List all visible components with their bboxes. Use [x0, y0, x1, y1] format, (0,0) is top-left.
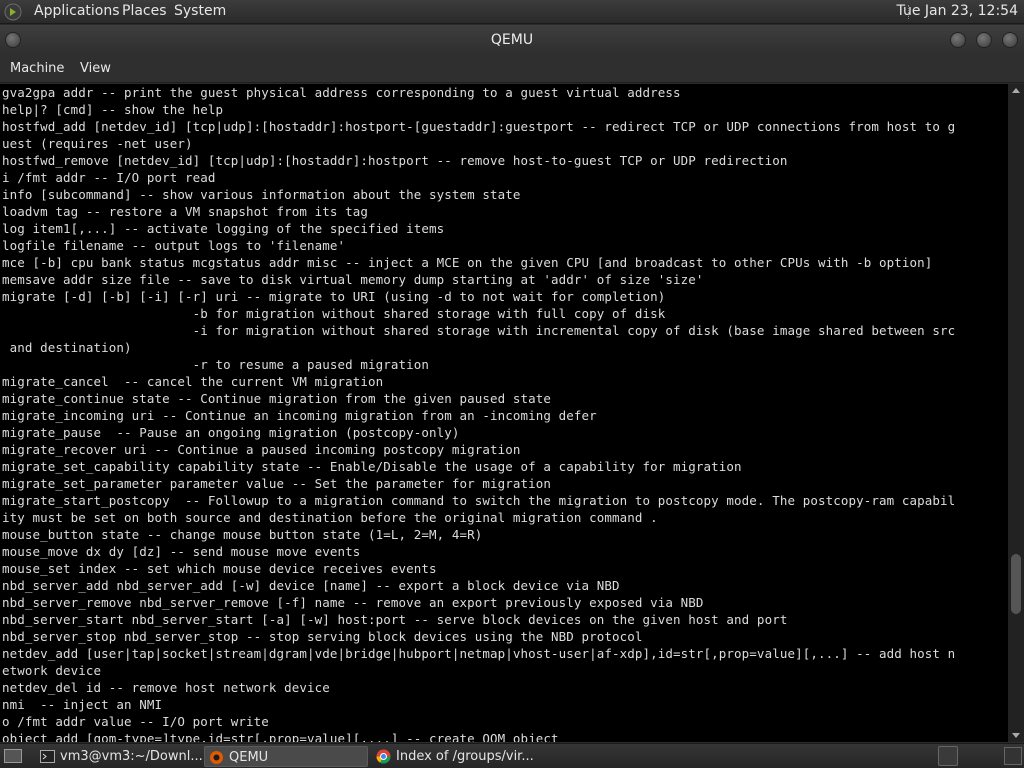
console-line: hostfwd_remove [netdev_id] [tcp|udp]:[ho… — [2, 153, 788, 168]
places-menu[interactable]: Places — [122, 3, 167, 19]
tray-qemu-icon[interactable] — [938, 746, 958, 766]
menubar: Machine View — [0, 55, 1024, 83]
task-qemu[interactable]: QEMU — [204, 746, 368, 767]
window-titlebar[interactable]: QEMU — [0, 25, 1024, 55]
menu-view[interactable]: View — [80, 61, 111, 76]
console-line: netdev_del id -- remove host network dev… — [2, 680, 330, 695]
console-line: -b for migration without shared storage … — [2, 306, 666, 321]
console-line: migrate_cancel -- cancel the current VM … — [2, 374, 384, 389]
console-line: etwork device — [2, 663, 102, 678]
console-line: migrate [-d] [-b] [-i] [-r] uri -- migra… — [2, 289, 666, 304]
clock[interactable]: Tue Jan 23, 12:54 — [897, 3, 1018, 19]
console-line: nbd_server_add nbd_server_add [-w] devic… — [2, 578, 620, 593]
console-line: migrate_set_parameter parameter value --… — [2, 476, 552, 491]
console-line: hostfwd_add [netdev_id] [tcp|udp]:[hosta… — [2, 119, 956, 134]
scroll-down-icon[interactable] — [1012, 733, 1020, 738]
task-label: Index of /groups/vir... — [396, 749, 534, 764]
applications-menu[interactable]: Applications — [34, 3, 120, 19]
console-line: mouse_set index -- set which mouse devic… — [2, 561, 437, 576]
task-terminal[interactable]: vm3@vm3:~/Downl... — [36, 746, 203, 767]
chrome-icon — [376, 749, 391, 764]
console-line: migrate_continue state -- Continue migra… — [2, 391, 552, 406]
console-line: nbd_server_start nbd_server_start [-a] [… — [2, 612, 788, 627]
console-line: -i for migration without shared storage … — [2, 323, 956, 338]
console-line: loadvm tag -- restore a VM snapshot from… — [2, 204, 369, 219]
console-line: nbd_server_stop nbd_server_stop -- stop … — [2, 629, 643, 644]
minimize-icon[interactable] — [950, 32, 966, 48]
console-line: logfile filename -- output logs to 'file… — [2, 238, 346, 253]
console-line: migrate_incoming uri -- Continue an inco… — [2, 408, 597, 423]
console-line: mouse_move dx dy [dz] -- send mouse move… — [2, 544, 361, 559]
task-chrome[interactable]: Index of /groups/vir... — [372, 746, 538, 767]
console-line: i /fmt addr -- I/O port read — [2, 170, 216, 185]
console-line: help|? [cmd] -- show the help — [2, 102, 224, 117]
console-line: nbd_server_remove nbd_server_remove [-f]… — [2, 595, 704, 610]
scroll-thumb[interactable] — [1011, 554, 1021, 614]
console-line: object_add [qom-type=]type,id=str[,prop=… — [2, 731, 559, 742]
qemu-icon — [210, 751, 223, 764]
task-label: vm3@vm3:~/Downl... — [60, 749, 203, 764]
window-menu-icon[interactable] — [5, 32, 21, 48]
window-title: QEMU — [490, 32, 534, 48]
task-label: QEMU — [229, 750, 269, 765]
close-icon[interactable] — [1002, 32, 1018, 48]
console-output: gva2gpa addr -- print the guest physical… — [0, 84, 1008, 742]
console-line: mce [-b] cpu bank status mcgstatus addr … — [2, 255, 933, 270]
qemu-monitor-console[interactable]: gva2gpa addr -- print the guest physical… — [0, 84, 1008, 742]
bottom-taskbar: vm3@vm3:~/Downl... QEMU Index of /groups… — [0, 743, 1024, 768]
scroll-up-icon[interactable] — [1012, 88, 1020, 93]
maximize-icon[interactable] — [976, 32, 992, 48]
console-line: log item1[,...] -- activate logging of t… — [2, 221, 445, 236]
console-line: uest (requires -net user) — [2, 136, 193, 151]
console-line: ity must be set on both source and desti… — [2, 510, 658, 525]
console-line: -r to resume a paused migration — [2, 357, 430, 372]
console-line: migrate_set_capability capability state … — [2, 459, 742, 474]
console-line: migrate_start_postcopy -- Followup to a … — [2, 493, 956, 508]
top-panel: Applications Places System Tue Jan 23, 1… — [0, 0, 1024, 24]
console-line: memsave addr size file -- save to disk v… — [2, 272, 704, 287]
gnome-foot-icon[interactable] — [4, 3, 22, 21]
console-line: nmi -- inject an NMI — [2, 697, 163, 712]
system-menu[interactable]: System — [174, 3, 226, 19]
workspace-switcher[interactable] — [1004, 747, 1022, 765]
console-line: info [subcommand] -- show various inform… — [2, 187, 521, 202]
console-line: mouse_button state -- change mouse butto… — [2, 527, 483, 542]
menu-machine[interactable]: Machine — [10, 61, 64, 76]
console-line: and destination) — [2, 340, 132, 355]
console-line: gva2gpa addr -- print the guest physical… — [2, 85, 681, 100]
terminal-icon — [40, 750, 55, 763]
console-line: netdev_add [user|tap|socket|stream|dgram… — [2, 646, 956, 661]
show-desktop-icon[interactable] — [4, 749, 22, 763]
console-scrollbar[interactable] — [1008, 84, 1024, 742]
console-line: migrate_recover uri -- Continue a paused… — [2, 442, 521, 457]
console-line: o /fmt addr value -- I/O port write — [2, 714, 269, 729]
console-line: migrate_pause -- Pause an ongoing migrat… — [2, 425, 460, 440]
